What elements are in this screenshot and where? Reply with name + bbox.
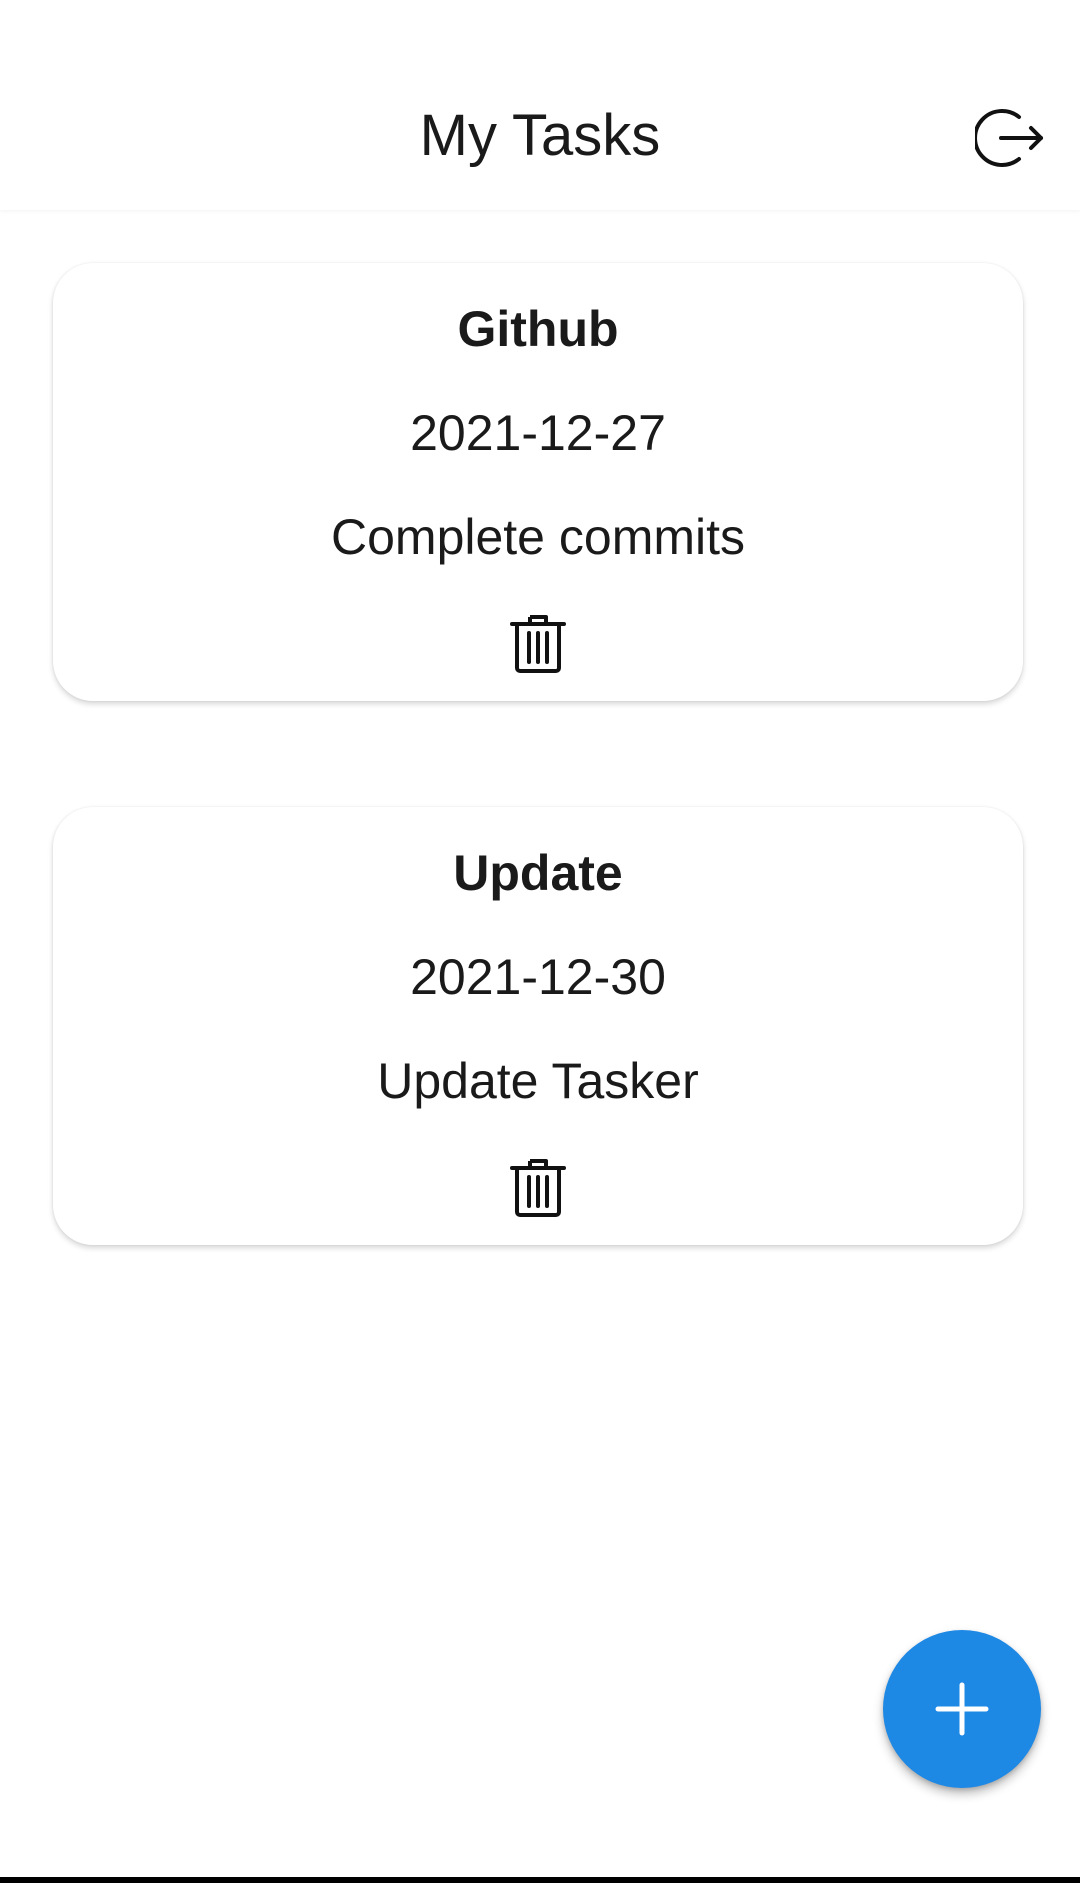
task-card[interactable]: Github 2021-12-27 Complete commits — [53, 263, 1023, 701]
plus-icon — [935, 1682, 989, 1736]
trash-icon — [510, 615, 566, 673]
app-bar: My Tasks — [0, 0, 1080, 210]
task-description: Complete commits — [331, 509, 745, 565]
task-date: 2021-12-30 — [410, 949, 666, 1005]
task-title: Github — [457, 301, 619, 357]
logout-button[interactable] — [972, 100, 1048, 176]
add-task-button[interactable] — [883, 1630, 1041, 1788]
task-date: 2021-12-27 — [410, 405, 666, 461]
task-list-screen: My Tasks Github 2021-12-27 Complete comm… — [0, 0, 1080, 1883]
delete-task-button[interactable] — [508, 1157, 568, 1217]
delete-task-button[interactable] — [508, 613, 568, 673]
trash-icon — [510, 1159, 566, 1217]
page-title: My Tasks — [419, 103, 661, 168]
task-card[interactable]: Update 2021-12-30 Update Tasker — [53, 807, 1023, 1245]
system-nav-bar — [0, 1877, 1080, 1883]
task-title: Update — [453, 845, 623, 901]
task-description: Update Tasker — [377, 1053, 699, 1109]
logout-icon — [975, 109, 1043, 167]
